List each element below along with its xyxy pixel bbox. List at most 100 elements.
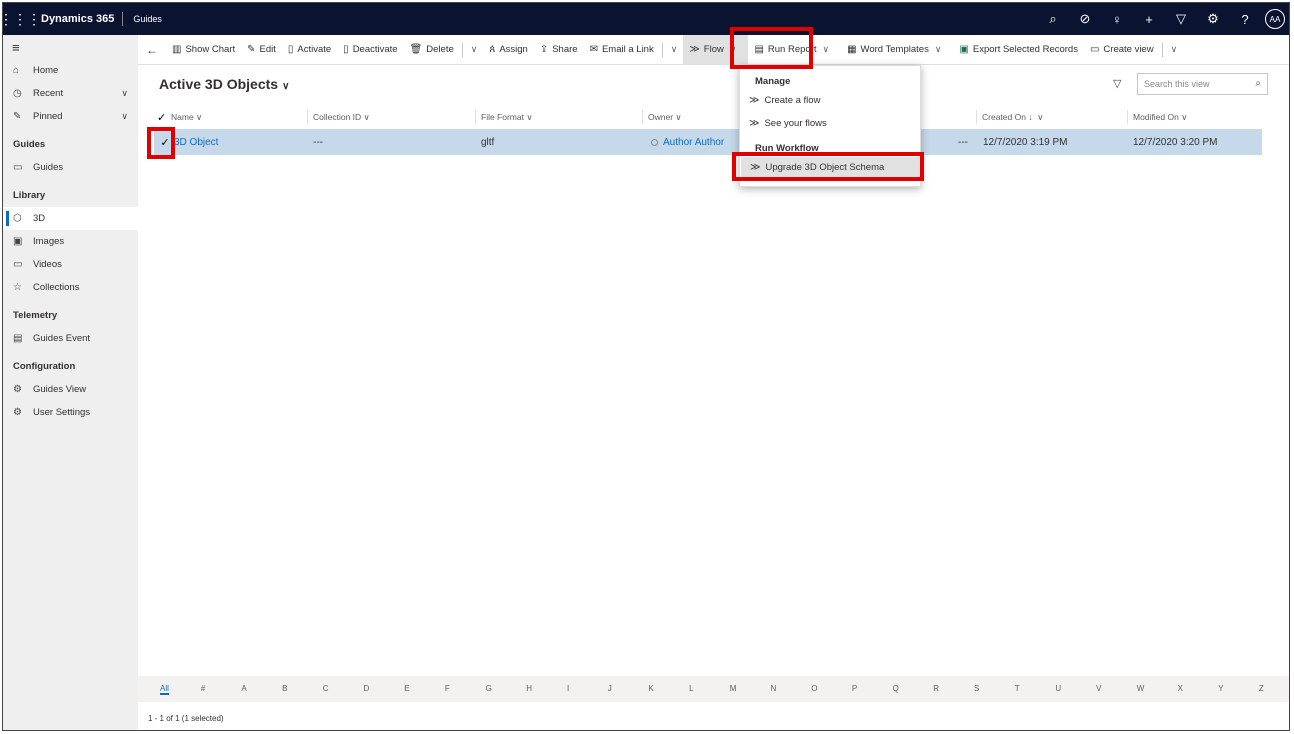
- button-label: Delete: [426, 44, 454, 55]
- cell-name[interactable]: 3D Object: [174, 129, 218, 155]
- delete-button[interactable]: 🗑 Delete: [404, 35, 460, 65]
- menu-item-see-flows[interactable]: ≫ See your flows: [740, 113, 920, 133]
- sidebar-item-label: User Settings: [33, 407, 91, 418]
- app-name[interactable]: Guides: [123, 14, 162, 24]
- sidebar-item-collections[interactable]: ☆ Collections: [3, 276, 138, 299]
- owner-link[interactable]: Author Author: [663, 137, 724, 148]
- back-button[interactable]: ←: [138, 35, 166, 65]
- row-checkbox[interactable]: ✓: [157, 134, 173, 150]
- lightbulb-icon[interactable]: ♀: [1101, 3, 1133, 35]
- alpha-filter-letter[interactable]: X: [1178, 684, 1183, 693]
- assign-button[interactable]: ጰ Assign: [483, 35, 533, 65]
- sidebar-item-images[interactable]: ▣ Images: [3, 230, 138, 253]
- search-input[interactable]: Search this view ⌕: [1137, 73, 1268, 95]
- alpha-filter-letter[interactable]: P: [852, 684, 857, 693]
- help-icon[interactable]: ?: [1229, 3, 1261, 35]
- menu-item-upgrade-schema[interactable]: ≫ Upgrade 3D Object Schema: [741, 157, 921, 177]
- chevron-down-icon[interactable]: ∨: [121, 111, 128, 122]
- alpha-filter-letter[interactable]: M: [730, 684, 737, 693]
- alpha-filter-letter[interactable]: Z: [1259, 684, 1264, 693]
- alpha-filter-letter[interactable]: H: [526, 684, 532, 693]
- alpha-filter-letter[interactable]: S: [974, 684, 979, 693]
- filter-icon[interactable]: ▽: [1113, 77, 1121, 90]
- deactivate-button[interactable]: ▯ Deactivate: [337, 35, 403, 65]
- alpha-filter-letter[interactable]: Q: [893, 684, 899, 693]
- alpha-filter-letter[interactable]: #: [201, 684, 205, 693]
- filter-icon[interactable]: ▽: [1165, 3, 1197, 35]
- alpha-filter-letter[interactable]: U: [1055, 684, 1061, 693]
- sidebar-item-guides-event[interactable]: ▤ Guides Event: [3, 327, 138, 350]
- flow-icon: ≫: [750, 161, 761, 173]
- button-label: Run Report: [767, 44, 817, 55]
- alpha-filter-letter[interactable]: E: [404, 684, 409, 693]
- cell-owner[interactable]: Author Author: [651, 129, 724, 155]
- column-header-collection-id[interactable]: Collection ID ∨: [313, 106, 370, 128]
- alpha-filter-letter[interactable]: V: [1096, 684, 1101, 693]
- word-templates-button[interactable]: ▦ Word Templates ∨: [841, 35, 953, 65]
- chevron-down-icon[interactable]: ∨: [665, 44, 684, 55]
- activate-button[interactable]: ▯ Activate: [282, 35, 337, 65]
- alpha-filter-letter[interactable]: O: [811, 684, 817, 693]
- sidebar-item-user-settings[interactable]: ⚙ User Settings: [3, 401, 138, 424]
- alpha-filter-letter[interactable]: A: [241, 684, 246, 693]
- column-header-name[interactable]: Name ∨: [171, 106, 202, 128]
- run-report-button[interactable]: ▤ Run Report ∨: [748, 35, 841, 65]
- hamburger-icon[interactable]: ≡: [3, 35, 138, 59]
- column-header-file-format[interactable]: File Format ∨: [481, 106, 533, 128]
- menu-item-create-flow[interactable]: ≫ Create a flow: [740, 90, 920, 110]
- gear-icon[interactable]: ⚙: [1197, 3, 1229, 35]
- sidebar-item-3d[interactable]: ⬡ 3D: [3, 207, 138, 230]
- app-launcher-icon[interactable]: ⋮⋮⋮: [3, 3, 41, 35]
- task-icon[interactable]: ⊘: [1069, 3, 1101, 35]
- search-icon[interactable]: ⌕: [1255, 78, 1261, 89]
- column-header-created-on[interactable]: Created On ↓ ∨: [982, 106, 1044, 128]
- share-button[interactable]: ⇪ Share: [534, 35, 584, 65]
- alpha-filter-letter[interactable]: I: [567, 684, 569, 693]
- alpha-filter-all[interactable]: All: [160, 684, 169, 695]
- view-selector[interactable]: Active 3D Objects ∨: [159, 76, 289, 92]
- alpha-filter-letter[interactable]: G: [486, 684, 492, 693]
- edit-button[interactable]: ✎ Edit: [241, 35, 282, 65]
- chevron-down-icon[interactable]: ∨: [1165, 44, 1184, 55]
- export-button[interactable]: ▣ Export Selected Records: [953, 35, 1084, 65]
- cell-file-format: gltf: [481, 136, 495, 148]
- sidebar-item-guides-view[interactable]: ⚙ Guides View: [3, 378, 138, 401]
- alpha-filter-letter[interactable]: F: [445, 684, 450, 693]
- alpha-filter-letter[interactable]: N: [771, 684, 777, 693]
- sidebar-item-guides[interactable]: ▭ Guides: [3, 156, 138, 179]
- sidebar-item-home[interactable]: ⌂ Home: [3, 59, 138, 82]
- chevron-down-icon[interactable]: ∨: [121, 88, 128, 99]
- button-label: Activate: [297, 44, 332, 55]
- alpha-filter-letter[interactable]: D: [364, 684, 370, 693]
- brand-name[interactable]: Dynamics 365: [37, 13, 122, 25]
- email-link-button[interactable]: ✉ Email a Link: [584, 35, 660, 65]
- clock-icon: ◷: [13, 88, 22, 99]
- alpha-filter-letter[interactable]: J: [608, 684, 612, 693]
- plus-icon[interactable]: +: [1133, 3, 1165, 35]
- alpha-filter-letter[interactable]: C: [323, 684, 329, 693]
- sidebar-item-recent[interactable]: ◷ Recent ∨: [3, 82, 138, 105]
- avatar[interactable]: AA: [1265, 9, 1285, 29]
- create-view-button[interactable]: ▭ Create view: [1084, 35, 1160, 65]
- column-header-owner[interactable]: Owner ∨: [648, 106, 682, 128]
- sidebar-item-pinned[interactable]: ✎ Pinned ∨: [3, 105, 138, 128]
- flow-button[interactable]: ≫ Flow ∨: [683, 34, 749, 65]
- table-row[interactable]: ✓ 3D Object --- gltf Author Author --- 1…: [154, 129, 1262, 155]
- select-all-checkbox[interactable]: ✓: [157, 106, 166, 128]
- sidebar-item-videos[interactable]: ▭ Videos: [3, 253, 138, 276]
- search-icon[interactable]: ⌕: [1037, 3, 1069, 35]
- alpha-filter-letter[interactable]: B: [282, 684, 287, 693]
- chevron-down-icon[interactable]: ∨: [465, 44, 484, 55]
- show-chart-button[interactable]: ▥ Show Chart: [166, 35, 241, 65]
- column-header-modified-on[interactable]: Modified On ∨: [1133, 106, 1187, 128]
- alpha-filter-letter[interactable]: T: [1015, 684, 1020, 693]
- view-icon: ▭: [1089, 44, 1100, 55]
- alpha-filter-letter[interactable]: K: [648, 684, 653, 693]
- alpha-filter-letter[interactable]: R: [933, 684, 939, 693]
- word-icon: ▦: [847, 44, 857, 55]
- main-content: Active 3D Objects ∨ ▽ Search this view ⌕ …: [138, 65, 1289, 730]
- excel-icon: ▣: [959, 44, 969, 55]
- alpha-filter-letter[interactable]: L: [689, 684, 693, 693]
- alpha-filter-letter[interactable]: Y: [1218, 684, 1223, 693]
- alpha-filter-letter[interactable]: W: [1137, 684, 1145, 693]
